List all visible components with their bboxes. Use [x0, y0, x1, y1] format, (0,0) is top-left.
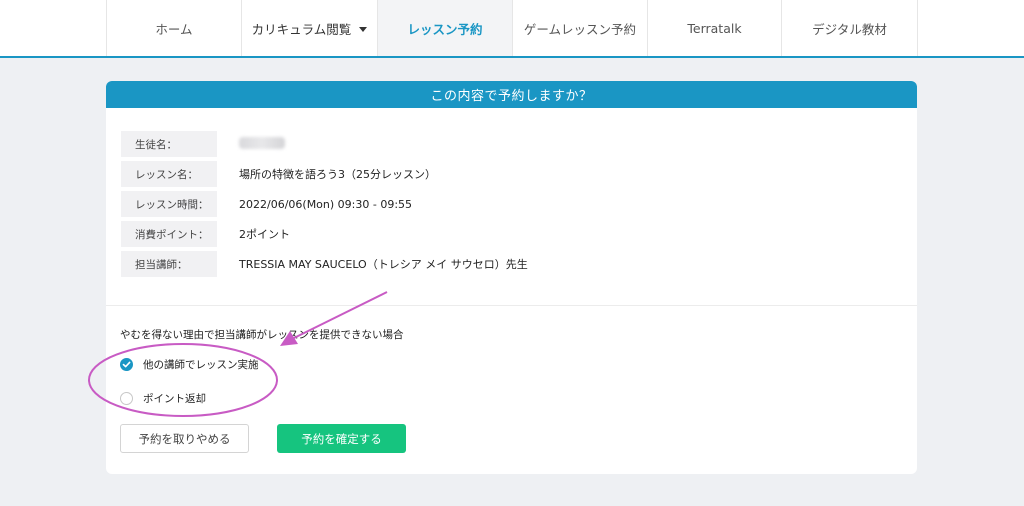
detail-value: 2022/06/06(Mon) 09:30 - 09:55	[239, 197, 413, 211]
cancel-booking-button[interactable]: 予約を取りやめる	[120, 424, 249, 453]
nav-tab-home[interactable]: ホーム	[107, 0, 242, 56]
detail-value-student-name	[239, 136, 285, 152]
option-label: 他の講師でレッスン実施	[143, 359, 259, 371]
detail-value: 場所の特徴を語ろう3（25分レッスン）	[239, 168, 436, 181]
booking-confirm-card: この内容で予約しますか？ 生徒名： レッスン名： 場所の特徴を語ろう3（25分レ…	[106, 81, 917, 474]
detail-label: 担当講師：	[121, 251, 217, 277]
confirm-booking-button[interactable]: 予約を確定する	[277, 424, 406, 453]
nav-tab-label: Terratalk	[687, 20, 742, 36]
detail-label: 生徒名：	[121, 131, 217, 157]
nav-tab-curriculum[interactable]: カリキュラム閲覧	[242, 0, 378, 56]
chevron-down-icon	[359, 26, 368, 32]
detail-label: 消費ポイント：	[121, 221, 217, 247]
card-title: この内容で予約しますか？	[106, 81, 917, 108]
detail-row-lesson-name: レッスン名： 場所の特徴を語ろう3（25分レッスン）	[121, 161, 528, 187]
nav-tab-game-lesson-booking[interactable]: ゲームレッスン予約	[513, 0, 648, 56]
detail-label: レッスン時間：	[121, 191, 217, 217]
detail-value: TRESSIA MAY SAUCELO（トレシア メイ サウセロ）先生	[239, 258, 528, 271]
nav-tab-label: ゲームレッスン予約	[523, 21, 637, 37]
option-substitute-teacher[interactable]: 他の講師でレッスン実施	[120, 357, 259, 372]
detail-row-teacher: 担当講師： TRESSIA MAY SAUCELO（トレシア メイ サウセロ）先…	[121, 251, 528, 277]
radio-unchecked-icon[interactable]	[120, 392, 133, 405]
nav-tab-lesson-booking[interactable]: レッスン予約	[378, 0, 513, 56]
nav-tab-terratalk[interactable]: Terratalk	[648, 0, 782, 56]
detail-label: レッスン名：	[121, 161, 217, 187]
radio-checked-icon[interactable]	[120, 358, 133, 371]
detail-row-student: 生徒名：	[121, 131, 528, 157]
option-point-refund[interactable]: ポイント返却	[120, 391, 206, 406]
redacted-student-name	[239, 136, 285, 149]
divider	[106, 305, 917, 306]
booking-details: 生徒名： レッスン名： 場所の特徴を語ろう3（25分レッスン） レッスン時間： …	[121, 131, 528, 281]
nav-tab-digital-materials[interactable]: デジタル教材	[782, 0, 918, 56]
nav-tab-label: ホーム	[155, 21, 193, 37]
nav-tab-label: デジタル教材	[812, 21, 887, 37]
nav-tabs: ホーム カリキュラム閲覧 レッスン予約 ゲームレッスン予約 Terratalk …	[106, 0, 918, 56]
nav-tab-label: レッスン予約	[407, 21, 483, 37]
detail-row-points: 消費ポイント： 2ポイント	[121, 221, 528, 247]
detail-row-lesson-time: レッスン時間： 2022/06/06(Mon) 09:30 - 09:55	[121, 191, 528, 217]
option-label: ポイント返却	[143, 393, 206, 405]
substitute-policy-text: やむを得ない理由で担当講師がレッスンを提供できない場合	[120, 329, 404, 341]
nav-tab-label: カリキュラム閲覧	[251, 21, 352, 37]
top-nav: ホーム カリキュラム閲覧 レッスン予約 ゲームレッスン予約 Terratalk …	[0, 0, 1024, 58]
detail-value: 2ポイント	[239, 228, 290, 241]
